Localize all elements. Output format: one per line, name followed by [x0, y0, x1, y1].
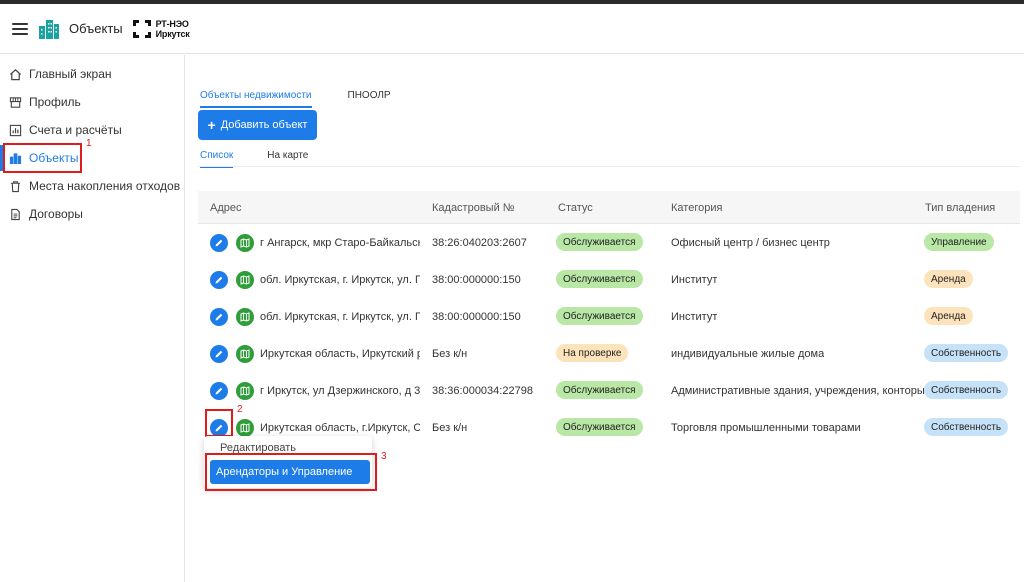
map-icon[interactable] [236, 345, 254, 363]
trash-icon [8, 179, 22, 193]
tab-pnoolr[interactable]: ПНООЛР [348, 84, 391, 108]
status-badge: Обслуживается [556, 233, 643, 251]
tab-map[interactable]: На карте [267, 144, 308, 168]
sidebar-item-contracts[interactable]: Договоры [0, 201, 184, 227]
buildings-icon [8, 151, 22, 165]
sidebar-item-label: Профиль [29, 95, 81, 109]
company-logo: РТ-НЭО Иркутск [131, 18, 190, 40]
cell-cadastral: 38:00:000000:150 [432, 311, 521, 323]
tabs-divider [198, 166, 1020, 167]
annotation-number-3: 3 [381, 451, 387, 462]
sidebar: Главный экран Профиль Счета и расчёты Об… [0, 55, 185, 582]
status-badge: Обслуживается [556, 381, 643, 399]
edit-pencil-icon[interactable] [210, 271, 228, 289]
column-header-ownership[interactable]: Тип владения [925, 202, 995, 214]
annotation-number-1: 1 [86, 138, 92, 149]
logo-mark-icon [132, 19, 151, 38]
ownership-badge: Собственность [924, 381, 1009, 399]
cell-cadastral: Без к/н [432, 348, 468, 360]
menu-item-edit[interactable]: Редактировать [220, 442, 296, 454]
status-badge: Обслуживается [556, 270, 643, 288]
ownership-badge: Собственность [924, 418, 1009, 436]
tab-real-estate[interactable]: Объекты недвижимости [200, 84, 312, 108]
app-title: Объекты [69, 21, 123, 36]
cell-cadastral: Без к/н [432, 422, 468, 434]
cell-cadastral: 38:36:000034:22798 [432, 385, 533, 397]
column-header-status[interactable]: Статус [558, 202, 593, 214]
table-row[interactable]: обл. Иркутская, г. Иркутск, ул. Порт 38:0… [198, 262, 1020, 299]
cell-address: обл. Иркутская, г. Иркутск, ул. Порт [260, 274, 420, 286]
edit-pencil-icon[interactable] [210, 419, 228, 437]
table-row[interactable]: Иркутская область, Иркутский рай Без к/н Н… [198, 336, 1020, 373]
cell-category: Институт [671, 311, 718, 323]
cell-address: обл. Иркутская, г. Иркутск, ул. Порт [260, 311, 420, 323]
cell-category: Административные здания, учреждения, кон… [671, 385, 925, 397]
chart-icon [8, 123, 22, 137]
cell-cadastral: 38:26:040203:2607 [432, 237, 527, 249]
map-icon[interactable] [236, 419, 254, 437]
sidebar-item-bills[interactable]: Счета и расчёты [0, 117, 184, 143]
document-icon [8, 207, 22, 221]
ownership-badge: Собственность [924, 344, 1009, 362]
cell-category: индивидуальные жилые дома [671, 348, 825, 360]
logo-line-1: РТ-НЭО [155, 18, 189, 29]
sidebar-item-label: Места накопления отходов [29, 179, 181, 193]
column-header-address[interactable]: Адрес [210, 202, 242, 214]
ownership-badge: Управление [924, 233, 994, 251]
cell-address: Иркутская область, г.Иркутск, Свер [260, 422, 420, 434]
objects-table: Адрес Кадастровый № Статус Категория Тип… [198, 191, 1020, 446]
sidebar-item-label: Счета и расчёты [29, 123, 122, 137]
table-row[interactable]: обл. Иркутская, г. Иркутск, ул. Порт 38:0… [198, 299, 1020, 336]
status-badge: Обслуживается [556, 418, 643, 436]
table-row[interactable]: г Иркутск, ул Дзержинского, д 34 ( 38:36:… [198, 373, 1020, 410]
status-badge: На проверке [556, 344, 629, 362]
add-object-button[interactable]: + Добавить объект [198, 110, 317, 140]
edit-pencil-icon[interactable] [210, 308, 228, 326]
sidebar-item-home[interactable]: Главный экран [0, 61, 184, 87]
sidebar-item-profile[interactable]: Профиль [0, 89, 184, 115]
cell-category: Торговля промышленными товарами [671, 422, 861, 434]
sidebar-item-waste-sites[interactable]: Места накопления отходов [0, 173, 184, 199]
view-tabs: Список На карте [200, 144, 342, 168]
cell-address: Иркутская область, Иркутский рай [260, 348, 420, 360]
status-badge: Обслуживается [556, 307, 643, 325]
column-header-cadastral[interactable]: Кадастровый № [432, 202, 515, 214]
map-icon[interactable] [236, 234, 254, 252]
map-icon[interactable] [236, 382, 254, 400]
store-icon [8, 95, 22, 109]
sidebar-item-label: Объекты [29, 151, 79, 165]
map-icon[interactable] [236, 308, 254, 326]
app-header: Объекты РТ-НЭО Иркутск [0, 4, 1024, 54]
plus-icon: + [207, 117, 216, 133]
table-row[interactable]: г Ангарск, мкр Старо-Байкальск, ул 38:26:… [198, 225, 1020, 262]
cell-address: г Ангарск, мкр Старо-Байкальск, ул [260, 237, 420, 249]
row-actions-menu: Редактировать Арендаторы и Управление [204, 436, 372, 488]
cell-category: Офисный центр / бизнес центр [671, 237, 830, 249]
buildings-icon [39, 19, 59, 39]
edit-pencil-icon[interactable] [210, 234, 228, 252]
ownership-badge: Аренда [924, 270, 973, 288]
menu-item-tenants-management[interactable]: Арендаторы и Управление [210, 460, 370, 484]
edit-pencil-icon[interactable] [210, 345, 228, 363]
home-icon [8, 67, 22, 81]
sidebar-item-label: Договоры [29, 207, 83, 221]
tab-list[interactable]: Список [200, 144, 234, 168]
add-object-label: Добавить объект [220, 119, 308, 131]
sidebar-item-label: Главный экран [29, 67, 112, 81]
sidebar-item-objects[interactable]: Объекты [0, 145, 184, 171]
column-header-category[interactable]: Категория [671, 202, 722, 214]
cell-category: Институт [671, 274, 718, 286]
cell-address: г Иркутск, ул Дзержинского, д 34 ( [260, 385, 420, 397]
top-tabs: Объекты недвижимости ПНООЛР [200, 84, 427, 110]
logo-line-2: Иркутск [155, 28, 190, 39]
table-header: Адрес Кадастровый № Статус Категория Тип… [198, 191, 1020, 224]
menu-icon[interactable] [12, 22, 28, 35]
cell-cadastral: 38:00:000000:150 [432, 274, 521, 286]
edit-pencil-icon[interactable] [210, 382, 228, 400]
map-icon[interactable] [236, 271, 254, 289]
annotation-number-2: 2 [237, 404, 243, 415]
ownership-badge: Аренда [924, 307, 973, 325]
